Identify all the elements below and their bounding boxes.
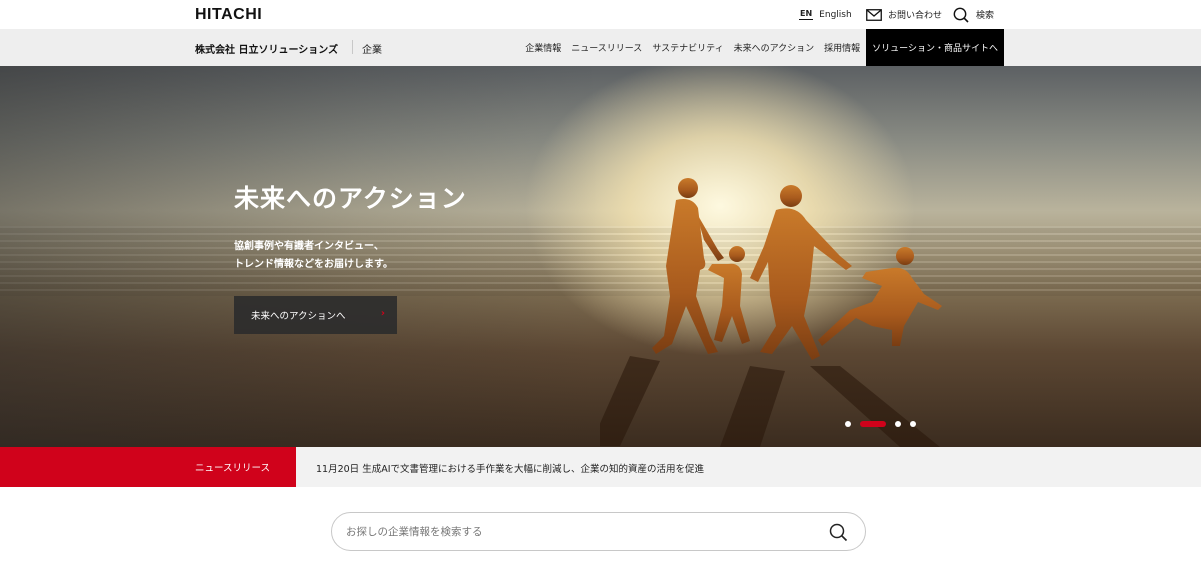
top-utility-bar: HITACHI EN English お問い合わせ 検索	[0, 0, 1201, 29]
nav-link-corporate-info[interactable]: 企業情報	[520, 41, 566, 54]
nav-link-future-action[interactable]: 未来へのアクション	[729, 41, 820, 54]
search-submit-icon[interactable]	[829, 523, 848, 542]
nav-link-recruit[interactable]: 採用情報	[819, 41, 865, 54]
carousel-dot-1[interactable]	[845, 421, 851, 427]
mail-icon	[866, 8, 882, 21]
future-action-button[interactable]: 未来へのアクションへ ›	[234, 296, 397, 334]
hero-family-silhouette-image	[600, 178, 942, 447]
hitachi-logo[interactable]: HITACHI	[195, 6, 262, 24]
hero-subtitle-line-1: 協創事例や有識者インタビュー、	[234, 241, 384, 252]
hero-subtitle-line-2: トレンド情報などをお届けします。	[234, 259, 393, 270]
carousel-indicators	[845, 421, 925, 427]
nav-divider	[352, 40, 353, 54]
corporate-search-box	[331, 512, 866, 551]
chevron-right-icon: ›	[380, 308, 385, 319]
search-link[interactable]: 検索	[953, 0, 994, 29]
carousel-dot-4[interactable]	[910, 421, 916, 427]
nav-link-sustainability[interactable]: サステナビリティ	[647, 41, 728, 54]
english-link[interactable]: EN English	[799, 0, 852, 29]
section-label[interactable]: 企業	[362, 41, 382, 56]
news-release-label[interactable]: ニュースリリース	[0, 447, 296, 487]
contact-label: お問い合わせ	[888, 11, 943, 21]
news-ticker: ニュースリリース 11月20日 生成AIで文書管理における手作業を大幅に削減し、…	[0, 447, 1201, 487]
company-name[interactable]: 株式会社 日立ソリューションズ	[195, 41, 338, 56]
search-label: 検索	[976, 11, 995, 21]
future-action-button-label: 未来へのアクションへ	[251, 311, 346, 322]
main-nav: 株式会社 日立ソリューションズ 企業 企業情報 ニュースリリース サステナビリテ…	[0, 29, 1201, 66]
english-label: English	[819, 9, 852, 20]
nav-links: 企業情報 ニュースリリース サステナビリティ 未来へのアクション 採用情報 ソリ…	[520, 29, 1004, 66]
hero-banner: 未来へのアクション 協創事例や有識者インタビュー、 トレンド情報などをお届けしま…	[0, 66, 1201, 447]
hero-title: 未来へのアクション	[234, 184, 467, 213]
carousel-dot-2-active[interactable]	[860, 421, 886, 427]
nav-link-news-release[interactable]: ニュースリリース	[566, 41, 647, 54]
en-badge-icon: EN	[799, 9, 814, 20]
news-headline-link[interactable]: 11月20日 生成AIで文書管理における手作業を大幅に削減し、企業の知的資産の活…	[316, 461, 704, 475]
corporate-search-input[interactable]	[346, 522, 816, 542]
carousel-dot-3[interactable]	[895, 421, 901, 427]
search-icon	[953, 7, 969, 23]
solutions-site-button[interactable]: ソリューション・商品サイトへ	[866, 29, 1004, 66]
hero-subtitle: 協創事例や有識者インタビュー、 トレンド情報などをお届けします。	[234, 238, 393, 274]
contact-link[interactable]: お問い合わせ	[866, 0, 942, 29]
